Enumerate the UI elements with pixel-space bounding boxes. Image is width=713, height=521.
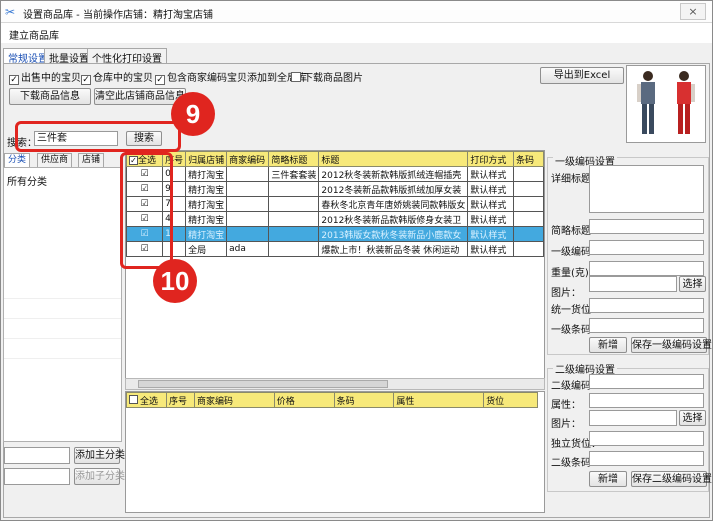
- level1-add-button[interactable]: 新增: [589, 337, 627, 353]
- models-picture: [637, 71, 695, 134]
- sku-col-attribute: 属性: [393, 392, 485, 408]
- sku-col-select-all[interactable]: 全选: [126, 392, 167, 408]
- col-barcode: 条码: [512, 151, 544, 167]
- category-tree: 所有分类: [3, 167, 122, 442]
- independent-location-input[interactable]: [589, 431, 704, 446]
- subtab-category[interactable]: 分类: [4, 153, 31, 167]
- menu-bar: 建立商品库: [1, 23, 712, 43]
- title-bar: ✂ 设置商品库 - 当前操作店铺：精打淘宝店铺 ×: [1, 1, 712, 23]
- table-row[interactable]: ☑ 全局 ada 爆款上市！秋装新品冬装 休闲运动 默认样式: [126, 241, 544, 257]
- clear-shop-info-button[interactable]: 清空此店铺商品信息: [94, 88, 186, 105]
- table-row[interactable]: ☑ 9 精打淘宝 2012冬装新品款韩版抓绒加厚女装 默认样式: [126, 181, 544, 197]
- settings-window: ✂ 设置商品库 - 当前操作店铺：精打淘宝店铺 × 建立商品库 常规设置 批量设…: [0, 0, 713, 521]
- location-input[interactable]: [589, 298, 704, 313]
- app-icon: ✂: [5, 5, 16, 19]
- level1-code-input[interactable]: [589, 240, 704, 255]
- add-main-category-button[interactable]: 添加主分类: [74, 447, 125, 464]
- short-title-input[interactable]: [589, 219, 704, 234]
- tab-print-custom[interactable]: 个性化打印设置: [87, 48, 167, 65]
- level1-image-label: 图片：: [551, 288, 581, 299]
- attribute-input[interactable]: [589, 393, 704, 408]
- level2-image-input[interactable]: [589, 410, 677, 426]
- sub-category-input[interactable]: [4, 468, 70, 485]
- col-title: 标题: [318, 151, 469, 167]
- detail-title-input[interactable]: [589, 165, 704, 213]
- table-row-selected[interactable]: ☑ 1 精打淘宝 2013韩版女款秋冬装新品小鹿款女 默认样式: [126, 226, 544, 242]
- close-button[interactable]: ×: [680, 3, 706, 20]
- sku-table-header: 全选 序号 商家编码 价格 条码 属性 货位: [126, 392, 538, 408]
- sku-table: 全选 序号 商家编码 价格 条码 属性 货位: [126, 392, 538, 408]
- col-shop: 归属店铺: [185, 151, 228, 167]
- option-download-images[interactable]: 下载商品图片: [291, 69, 363, 84]
- add-sub-category-button[interactable]: 添加子分类: [74, 468, 125, 485]
- level1-barcode-input[interactable]: [589, 318, 704, 333]
- level2-select-image-button[interactable]: 选择: [679, 410, 706, 426]
- main-category-input[interactable]: [4, 447, 70, 464]
- table-row[interactable]: ☑ 0 精打淘宝 三件套套装 2012秋冬装新款韩版抓绒连帽插壳 默认样式: [126, 166, 544, 182]
- export-excel-button[interactable]: 导出到Excel: [540, 67, 624, 84]
- col-short-title: 简略标题: [268, 151, 320, 167]
- checkbox-icon: [129, 394, 138, 404]
- level2-image-label: 图片：: [551, 419, 581, 430]
- sku-col-price: 价格: [273, 392, 335, 408]
- save-level1-button[interactable]: 保存一级编码设置: [631, 337, 712, 353]
- tree-empty-area: [4, 278, 121, 428]
- level2-add-button[interactable]: 新增: [589, 471, 627, 487]
- checkbox-icon: ✓: [155, 75, 165, 85]
- level2-barcode-input[interactable]: [589, 451, 704, 466]
- subtab-shop[interactable]: 店铺: [78, 153, 105, 167]
- tree-root[interactable]: 所有分类: [7, 173, 47, 188]
- rows-callout-frame: [120, 152, 173, 269]
- sku-col-index: 序号: [165, 392, 195, 408]
- checkbox-icon: ✓: [9, 75, 19, 85]
- product-table: ✓全选 序号 归属店铺 商家编码 简略标题 标题 打印方式 条码 ☑ 0 精打淘…: [126, 151, 544, 257]
- attribute-label: 属性：: [551, 400, 581, 411]
- window-title: 设置商品库 - 当前操作店铺：精打淘宝店铺: [23, 10, 213, 21]
- search-callout-frame: [15, 121, 181, 152]
- sku-col-location: 货位: [483, 392, 538, 408]
- sku-grid: 全选 序号 商家编码 价格 条码 属性 货位: [125, 391, 545, 513]
- option-in-stock[interactable]: ✓ 仓库中的宝贝: [81, 69, 153, 85]
- checkbox-icon: ✓: [81, 75, 91, 85]
- option-on-sale[interactable]: ✓ 出售中的宝贝: [9, 69, 81, 85]
- scroll-thumb[interactable]: [138, 380, 388, 388]
- menu-build-library[interactable]: 建立商品库: [9, 27, 59, 42]
- sku-col-code: 商家编码: [193, 392, 275, 408]
- table-row[interactable]: ☑ 4 精打淘宝 2012秋冬装新品款韩版修身女装卫 默认样式: [126, 211, 544, 227]
- level1-image-input[interactable]: [589, 276, 677, 292]
- horizontal-scrollbar[interactable]: [125, 378, 545, 390]
- callout-badge-9: 9: [171, 92, 215, 136]
- save-level2-button[interactable]: 保存二级编码设置: [631, 471, 712, 487]
- weight-input[interactable]: [589, 261, 704, 276]
- col-print-mode: 打印方式: [467, 151, 514, 167]
- option-include-codes[interactable]: ✓ 包含商家编码宝贝添加到全局库: [155, 69, 307, 85]
- table-row[interactable]: ☑ 7 精打淘宝 春秋冬北京青年唐娇姚装同款韩版女 默认样式: [126, 196, 544, 212]
- callout-badge-10: 10: [153, 259, 197, 303]
- product-image: [626, 65, 706, 143]
- level1-select-image-button[interactable]: 选择: [679, 276, 706, 292]
- col-code: 商家编码: [226, 151, 270, 167]
- table-header: ✓全选 序号 归属店铺 商家编码 简略标题 标题 打印方式 条码: [126, 151, 544, 167]
- level2-code-input[interactable]: [589, 374, 704, 389]
- sku-col-barcode: 条码: [333, 392, 395, 408]
- subtab-supplier[interactable]: 供应商: [37, 153, 73, 167]
- download-info-button[interactable]: 下载商品信息: [9, 88, 91, 105]
- checkbox-icon: [291, 72, 301, 82]
